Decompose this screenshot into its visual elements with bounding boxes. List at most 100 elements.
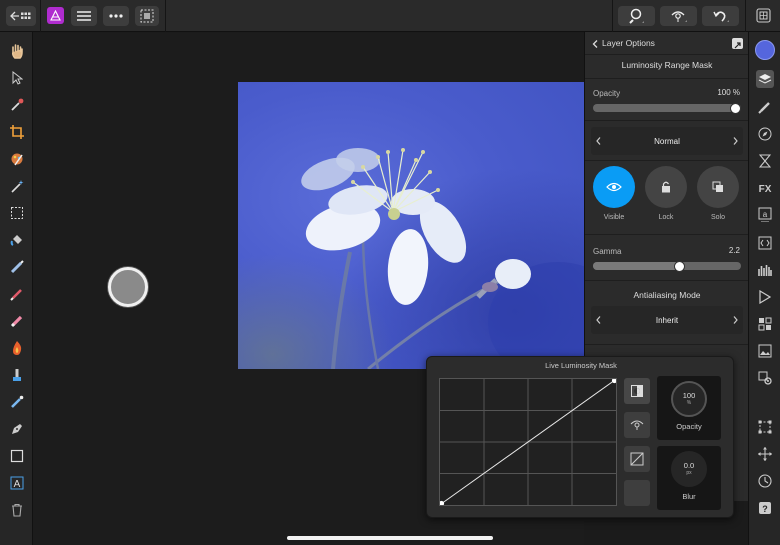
- invert-mask-icon[interactable]: [624, 378, 650, 404]
- brushes-icon[interactable]: [756, 98, 774, 116]
- live-luminosity-mask-popup: Live Luminosity Mask 100 % Opacity 0.0 p…: [426, 356, 734, 518]
- mask-opacity-label: Opacity: [676, 422, 702, 431]
- top-toolbar: [0, 0, 780, 32]
- gamma-slider-fill: [593, 262, 680, 270]
- visible-button[interactable]: [593, 166, 635, 208]
- solo-icon: [712, 181, 723, 192]
- luminosity-curve-editor[interactable]: [438, 377, 618, 507]
- opacity-dial-box[interactable]: 100 % Opacity: [657, 376, 721, 440]
- constraints-icon[interactable]: [756, 445, 774, 463]
- zoom-icon[interactable]: [618, 6, 655, 26]
- gamma-value: 2.2: [728, 246, 740, 255]
- panel-header: Layer Options: [585, 37, 749, 51]
- layers-icon[interactable]: [756, 70, 774, 88]
- mask-blur-label: Blur: [682, 492, 696, 501]
- lock-icon: [662, 181, 670, 193]
- eraser-icon[interactable]: [6, 310, 27, 331]
- lock-button[interactable]: [645, 166, 687, 208]
- burn-icon[interactable]: [6, 337, 27, 358]
- smudge-icon[interactable]: [6, 256, 27, 277]
- svg-text:A: A: [13, 479, 20, 490]
- text-icon[interactable]: A: [6, 472, 27, 493]
- tools-panel: A: [0, 32, 33, 545]
- antialias-select[interactable]: Inherit: [591, 306, 743, 334]
- home-indicator[interactable]: [287, 536, 493, 540]
- hand-icon[interactable]: [6, 40, 27, 61]
- rectangle-icon[interactable]: [6, 445, 27, 466]
- eye-icon: [606, 182, 622, 192]
- histogram-icon[interactable]: [756, 261, 774, 279]
- paint-icon[interactable]: [6, 148, 27, 169]
- gamma-slider-knob[interactable]: [673, 260, 685, 272]
- gamma-slider[interactable]: [593, 260, 741, 272]
- studio-panel-strip: FX a ?: [748, 32, 780, 545]
- opacity-slider[interactable]: [593, 102, 741, 114]
- expand-icon[interactable]: [732, 38, 743, 49]
- snapping-icon[interactable]: [756, 418, 774, 436]
- chevron-left-icon[interactable]: [592, 40, 598, 48]
- chevron-right-icon[interactable]: [733, 316, 738, 324]
- stock-icon[interactable]: [756, 342, 774, 360]
- curve-end-point[interactable]: [611, 377, 618, 384]
- transform-icon[interactable]: [756, 234, 774, 252]
- antialias-label: Antialiasing Mode: [633, 290, 701, 300]
- blend-mode-select[interactable]: Normal: [591, 127, 743, 155]
- marquee-icon[interactable]: [6, 202, 27, 223]
- move-icon[interactable]: [6, 67, 27, 88]
- back-grid-icon[interactable]: [6, 6, 36, 26]
- blend-mode-value: Normal: [654, 136, 680, 146]
- crop-icon[interactable]: [6, 121, 27, 142]
- macro-icon[interactable]: [756, 288, 774, 306]
- gamma-label: Gamma: [593, 247, 622, 256]
- help-icon[interactable]: ?: [756, 499, 774, 517]
- history-icon[interactable]: [756, 152, 774, 170]
- fx-icon[interactable]: FX: [756, 179, 774, 197]
- export-icon[interactable]: [756, 8, 771, 23]
- pen-icon[interactable]: [6, 418, 27, 439]
- hamburger-menu-icon[interactable]: [71, 6, 97, 26]
- blur-dial-box[interactable]: 0.0 px Blur: [657, 446, 721, 510]
- flood-fill-icon[interactable]: [6, 229, 27, 250]
- empty-option-slot[interactable]: [624, 480, 650, 506]
- curve-start-point[interactable]: [438, 500, 445, 507]
- document-image[interactable]: [238, 82, 584, 369]
- opacity-slider-knob[interactable]: [730, 102, 741, 114]
- luminosity-mask-title: Live Luminosity Mask: [545, 361, 617, 370]
- opacity-label: Opacity: [593, 89, 621, 98]
- color-icon[interactable]: [755, 40, 775, 60]
- solo-label: Solo: [710, 214, 725, 221]
- opacity-dial[interactable]: 100 %: [671, 381, 707, 417]
- mask-opacity-unit: %: [686, 400, 692, 406]
- character-icon[interactable]: a: [756, 206, 774, 224]
- chevron-right-icon[interactable]: [733, 137, 738, 145]
- chevron-left-icon[interactable]: [596, 137, 601, 145]
- svg-text:a: a: [763, 210, 768, 219]
- clone-icon[interactable]: [6, 364, 27, 385]
- trash-icon[interactable]: [6, 499, 27, 520]
- navigator-icon[interactable]: [756, 125, 774, 143]
- selection-icon[interactable]: [135, 6, 159, 26]
- solo-button[interactable]: [697, 166, 739, 208]
- mask-opacity-value: 100: [682, 391, 696, 400]
- more-icon[interactable]: [103, 6, 129, 26]
- affinity-photo-logo[interactable]: [47, 7, 64, 24]
- view-mode-icon[interactable]: [660, 6, 697, 26]
- reset-curve-icon[interactable]: [624, 446, 650, 472]
- antialias-value: Inherit: [655, 315, 679, 325]
- blur-dial[interactable]: 0.0 px: [671, 451, 707, 487]
- panel-back-label[interactable]: Layer Options: [602, 38, 655, 48]
- channels-icon[interactable]: [756, 315, 774, 333]
- mask-blur-value: 0.0: [683, 461, 695, 470]
- clock-icon[interactable]: [756, 472, 774, 490]
- panel-title: Luminosity Range Mask: [621, 60, 713, 70]
- chevron-left-icon[interactable]: [596, 316, 601, 324]
- magic-wand-icon[interactable]: [6, 175, 27, 196]
- view-mask-icon[interactable]: [624, 412, 650, 438]
- dodge-icon[interactable]: [6, 391, 27, 412]
- brush-icon[interactable]: [6, 283, 27, 304]
- settings-icon[interactable]: [756, 369, 774, 387]
- joystick-control[interactable]: [108, 267, 148, 307]
- svg-text:?: ?: [762, 504, 768, 514]
- color-picker-icon[interactable]: [6, 94, 27, 115]
- undo-icon[interactable]: [702, 6, 739, 26]
